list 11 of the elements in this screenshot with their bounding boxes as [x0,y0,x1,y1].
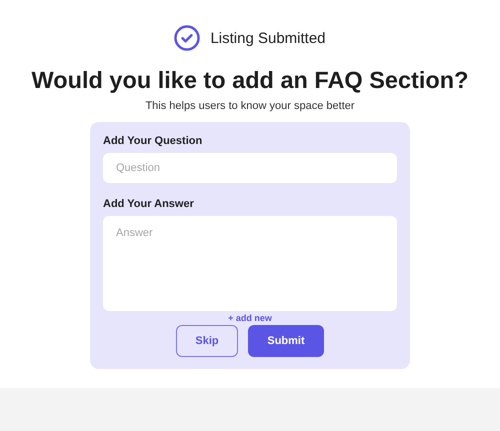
check-circle-icon [174,25,200,51]
submit-button[interactable]: Submit [248,325,324,358]
skip-button[interactable]: Skip [176,325,238,358]
field-label: Add Your Answer [103,198,195,210]
subtitle: This helps users to know your space better [145,100,355,112]
answer-field[interactable]: Answer [103,216,397,312]
field-label: Add Your Question [103,135,204,148]
add-new-link[interactable]: + add new [228,313,272,324]
status-label: Listing Submitted [210,30,326,46]
page-heading: Would you like to add an FAQ Section? [32,66,468,94]
question-field[interactable]: Question [103,153,397,184]
